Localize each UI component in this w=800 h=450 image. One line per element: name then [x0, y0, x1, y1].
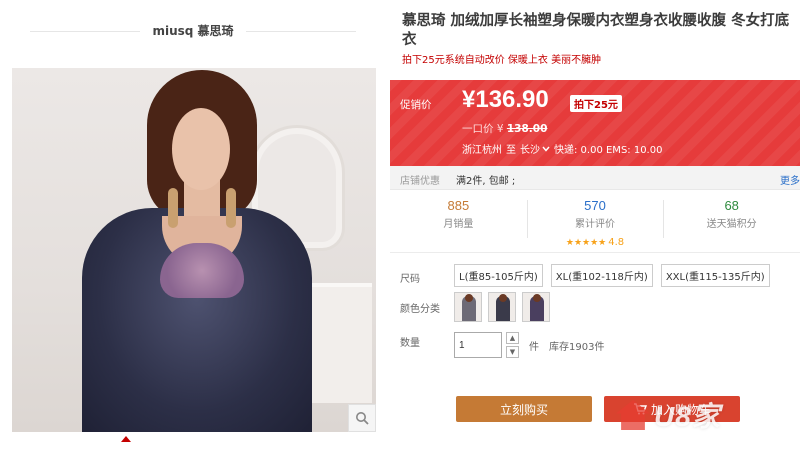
original-price-label: 一口价	[462, 123, 494, 135]
size-option-xxl[interactable]: XXL(重115-135斤内)	[660, 264, 770, 287]
promo-text: 满2件, 包邮 ;	[456, 176, 516, 187]
promo-more-link[interactable]: 更多	[780, 172, 800, 187]
color-option-3[interactable]	[522, 292, 550, 322]
rating-row: ★★★★★ 4.8	[527, 230, 664, 249]
stat-reviews[interactable]: 570 累计评价 ★★★★★ 4.8	[526, 196, 664, 248]
zoom-button[interactable]	[348, 404, 376, 432]
destination-label: 长沙	[520, 145, 540, 156]
size-option-xl[interactable]: XL(重102-118斤内)	[550, 264, 653, 287]
promo-price-label: 促销价	[400, 99, 432, 111]
quantity-stepper: ▲ ▼	[506, 332, 519, 358]
swatch-model-head	[533, 294, 541, 302]
increment-button[interactable]: ▲	[506, 332, 519, 344]
watermark-text: U8家	[654, 401, 721, 432]
decrement-button[interactable]: ▼	[506, 346, 519, 358]
promo-price: ¥136.90	[462, 86, 549, 113]
original-price: 一口价 ¥ 138.00	[462, 121, 547, 136]
star-rating-icon: ★★★★★	[565, 238, 607, 248]
original-price-value: 138.00	[506, 123, 548, 135]
price-panel: 促销价 ¥136.90 拍下25元 一口价 ¥ 138.00 浙江杭州 至 长沙…	[390, 80, 800, 166]
garment-lace	[160, 243, 244, 298]
main-product-image[interactable]	[12, 68, 376, 432]
original-price-currency: ¥	[496, 123, 504, 135]
color-label: 颜色分类	[400, 304, 440, 315]
quantity-control: ▲ ▼ 件 库存1903件	[454, 332, 604, 358]
promo-label: 店铺优惠	[400, 176, 440, 187]
model-earring	[168, 188, 178, 228]
shop-header: miusq 慕思琦	[30, 18, 356, 44]
stat-value: 570	[584, 198, 606, 213]
stat-value: 885	[447, 198, 470, 213]
divider	[390, 252, 800, 253]
stat-label: 月销量	[443, 219, 474, 230]
model-face	[172, 108, 230, 190]
swatch-model-head	[465, 294, 473, 302]
chevron-down-icon	[542, 146, 550, 152]
product-subtitle: 拍下25元系统自动改价 保暖上衣 美丽不臃肿	[402, 55, 602, 66]
shipping-info: 浙江杭州 至 长沙 快递: 0.00 EMS: 10.00	[462, 141, 662, 156]
divider	[246, 31, 356, 32]
size-options: L(重85-105斤内) XL(重102-118斤内) XXL(重115-135…	[454, 264, 770, 287]
color-option-1[interactable]	[454, 292, 482, 322]
discount-badge: 拍下25元	[570, 95, 622, 112]
stat-label: 送天猫积分	[706, 219, 757, 230]
shipping-fees: 快递: 0.00 EMS: 10.00	[554, 145, 663, 156]
buy-now-button[interactable]: 立刻购买	[456, 396, 592, 422]
color-options	[454, 292, 550, 322]
product-stats: 885 月销量 570 累计评价 ★★★★★ 4.8 68 送天猫积分	[390, 196, 800, 248]
stat-monthly-sales: 885 月销量	[390, 196, 527, 244]
stat-value: 68	[724, 198, 739, 213]
site-watermark: U8家	[616, 390, 794, 440]
model-earring	[226, 188, 236, 228]
house-logo-icon	[616, 400, 650, 430]
stat-points: 68 送天猫积分	[663, 196, 800, 244]
size-label: 尺码	[400, 274, 420, 285]
rating-score: 4.8	[608, 237, 625, 248]
size-option-l[interactable]: L(重85-105斤内)	[454, 264, 543, 287]
product-title: 慕思琦 加绒加厚长袖塑身保暖内衣塑身衣收腰收腹 冬女打底衣	[402, 13, 790, 48]
store-promotion: 店铺优惠 满2件, 包邮 ; 更多	[390, 166, 800, 190]
stat-label: 累计评价	[575, 219, 615, 230]
quantity-input[interactable]	[454, 332, 502, 358]
product-gallery: miusq 慕思琦	[0, 0, 390, 450]
swatch-model-head	[499, 294, 507, 302]
destination-select[interactable]: 长沙	[520, 141, 550, 156]
product-info: 慕思琦 加绒加厚长袖塑身保暖内衣塑身衣收腰收腹 冬女打底衣 拍下25元系统自动改…	[390, 0, 800, 450]
magnifier-icon	[356, 412, 369, 425]
ship-to-prefix: 至	[506, 145, 516, 156]
ship-from: 浙江杭州	[462, 145, 502, 156]
color-option-2[interactable]	[488, 292, 516, 322]
quantity-label: 数量	[400, 338, 420, 349]
caret-up-icon[interactable]	[121, 436, 131, 442]
quantity-unit: 件	[529, 341, 539, 353]
stock-count: 库存1903件	[549, 341, 605, 353]
